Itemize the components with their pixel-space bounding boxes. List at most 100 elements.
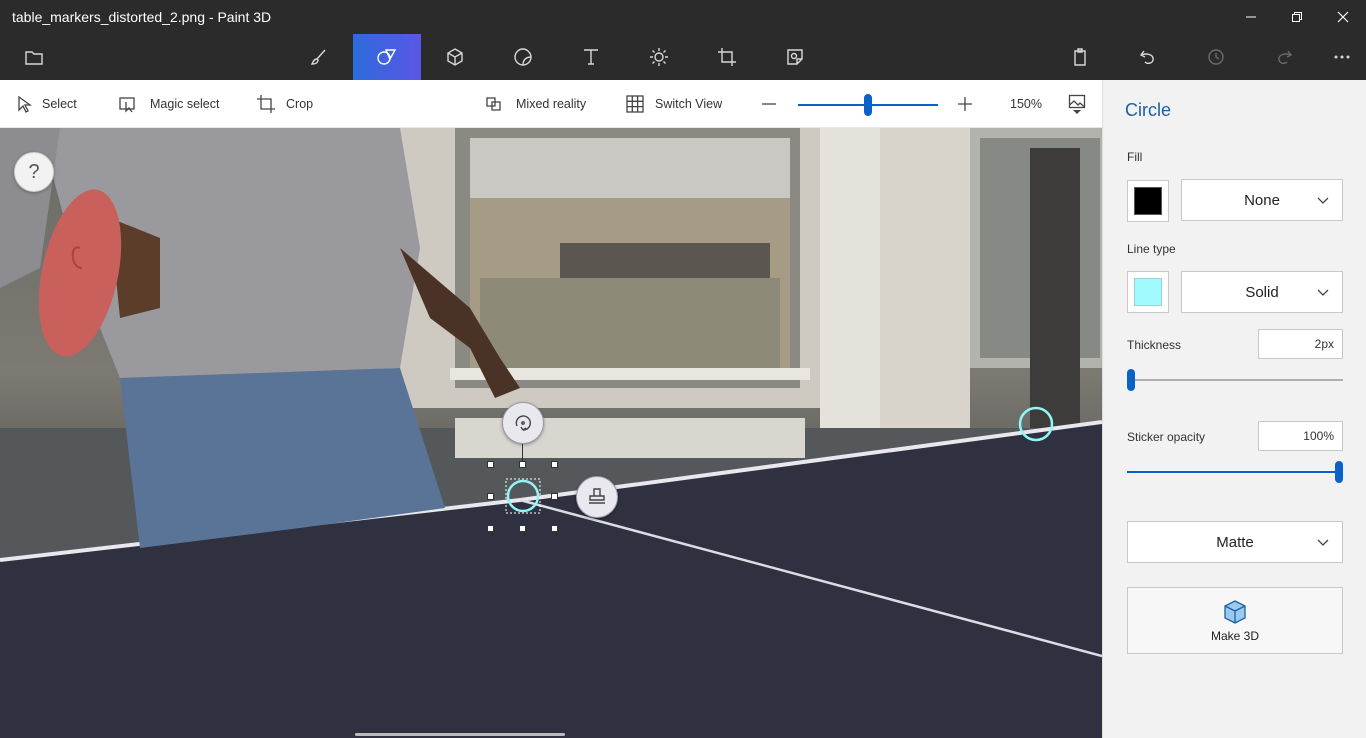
magic-select-label: Magic select xyxy=(150,97,220,111)
help-label: ? xyxy=(28,160,40,183)
resize-handle-sw[interactable] xyxy=(487,525,494,532)
crop-icon xyxy=(257,95,275,113)
drawing-canvas[interactable]: ? xyxy=(0,128,1102,738)
fill-color-swatch xyxy=(1134,187,1162,215)
title-bar: table_markers_distorted_2.png - Paint 3D xyxy=(0,0,1366,34)
line-type-label: Line type xyxy=(1127,242,1176,256)
select-label: Select xyxy=(42,97,77,111)
panel-title: Circle xyxy=(1125,100,1172,120)
material-option: Matte xyxy=(1216,533,1254,551)
thickness-slider-track[interactable] xyxy=(1127,379,1343,381)
pointer-icon xyxy=(18,95,32,113)
stamp-button[interactable] xyxy=(576,476,618,518)
minimize-button[interactable] xyxy=(1228,0,1274,34)
resize-handle-nw[interactable] xyxy=(487,461,494,468)
material-dropdown[interactable]: Matte xyxy=(1127,521,1343,563)
make-3d-label: Make 3D xyxy=(1210,628,1260,643)
canvas-scrollbar[interactable] xyxy=(355,733,565,736)
redo-icon xyxy=(1278,50,1293,65)
close-button[interactable] xyxy=(1320,0,1366,34)
crop-label: Crop xyxy=(286,97,314,111)
circle-marker[interactable] xyxy=(1018,406,1054,442)
zoom-in-button[interactable] xyxy=(956,80,974,128)
3d-library-tab[interactable] xyxy=(761,34,829,80)
thickness-slider-thumb[interactable] xyxy=(1127,369,1135,391)
zoom-level[interactable]: 150% xyxy=(1010,80,1042,128)
fill-option: None xyxy=(1244,191,1280,209)
opacity-slider-track[interactable] xyxy=(1127,471,1343,473)
opacity-input[interactable]: 100% xyxy=(1258,421,1343,451)
help-button[interactable]: ? xyxy=(14,152,54,192)
library-icon xyxy=(787,49,803,65)
switch-view-button[interactable]: Switch View xyxy=(625,80,722,128)
text-icon xyxy=(584,49,598,65)
effects-tab[interactable] xyxy=(625,34,693,80)
line-color-swatch xyxy=(1134,278,1162,306)
selected-circle-marker[interactable] xyxy=(505,478,541,514)
stamp-icon xyxy=(589,488,605,504)
cube-icon xyxy=(447,48,463,66)
resize-handle-ne[interactable] xyxy=(551,461,558,468)
line-color-button[interactable] xyxy=(1127,271,1169,313)
restore-button[interactable] xyxy=(1274,0,1320,34)
view-options-button[interactable] xyxy=(1068,80,1086,128)
shapes-icon xyxy=(377,49,397,65)
rotate-button[interactable] xyxy=(502,402,544,444)
switch-view-label: Switch View xyxy=(655,97,723,111)
folder-icon xyxy=(25,51,43,65)
close-icon xyxy=(1337,11,1349,23)
line-type-dropdown[interactable]: Solid xyxy=(1181,271,1343,313)
fill-label: Fill xyxy=(1127,150,1143,164)
minus-icon xyxy=(762,103,776,105)
resize-handle-se[interactable] xyxy=(551,525,558,532)
mixed-reality-icon xyxy=(486,97,501,111)
restore-icon xyxy=(1292,12,1302,22)
zoom-out-button[interactable] xyxy=(760,80,778,128)
undo-button[interactable] xyxy=(1114,34,1182,80)
2d-shapes-tab[interactable] xyxy=(353,34,421,80)
select-button[interactable]: Select xyxy=(16,80,77,128)
plus-icon xyxy=(958,97,972,111)
canvas-tab[interactable] xyxy=(693,34,761,80)
history-button[interactable] xyxy=(1182,34,1250,80)
brush-icon xyxy=(310,49,326,65)
zoom-slider-thumb[interactable] xyxy=(864,94,872,116)
thickness-label: Thickness xyxy=(1127,338,1182,352)
minimize-icon xyxy=(1246,16,1256,18)
stickers-tab[interactable] xyxy=(489,34,557,80)
thickness-value: 2px xyxy=(1314,337,1334,351)
magic-select-icon xyxy=(119,97,135,113)
grid-icon xyxy=(626,95,644,113)
fill-color-button[interactable] xyxy=(1127,180,1169,222)
sun-icon xyxy=(650,48,668,66)
sticker-icon xyxy=(514,48,532,66)
resize-handle-s[interactable] xyxy=(519,525,526,532)
rotate-icon xyxy=(515,415,531,431)
resize-handle-n[interactable] xyxy=(519,461,526,468)
3d-shapes-tab[interactable] xyxy=(421,34,489,80)
line-type-option: Solid xyxy=(1245,283,1279,301)
mixed-reality-button[interactable]: Mixed reality xyxy=(484,80,586,128)
crop-button[interactable]: Crop xyxy=(256,80,313,128)
paste-button[interactable] xyxy=(1046,34,1114,80)
chevron-down-icon xyxy=(1073,109,1081,114)
window-title: table_markers_distorted_2.png - Paint 3D xyxy=(12,9,272,25)
thickness-input[interactable]: 2px xyxy=(1258,329,1343,359)
text-tab[interactable] xyxy=(557,34,625,80)
fill-dropdown[interactable]: None xyxy=(1181,179,1343,221)
zoom-level-label: 150% xyxy=(1010,97,1042,111)
resize-handle-w[interactable] xyxy=(487,493,494,500)
canvas-photo xyxy=(0,128,1102,738)
resize-handle-e[interactable] xyxy=(551,493,558,500)
more-button[interactable] xyxy=(1308,34,1366,80)
menu-button[interactable] xyxy=(0,34,68,80)
magic-select-button[interactable]: Magic select xyxy=(118,80,219,128)
make-3d-button[interactable]: Make 3D xyxy=(1127,587,1343,654)
rotate-connector xyxy=(522,444,523,462)
cube-icon xyxy=(1224,599,1246,624)
chevron-down-icon xyxy=(1317,197,1329,204)
mixed-reality-label: Mixed reality xyxy=(516,97,587,111)
opacity-slider-thumb[interactable] xyxy=(1335,461,1343,483)
history-icon xyxy=(1208,49,1224,65)
brushes-tab[interactable] xyxy=(285,34,353,80)
